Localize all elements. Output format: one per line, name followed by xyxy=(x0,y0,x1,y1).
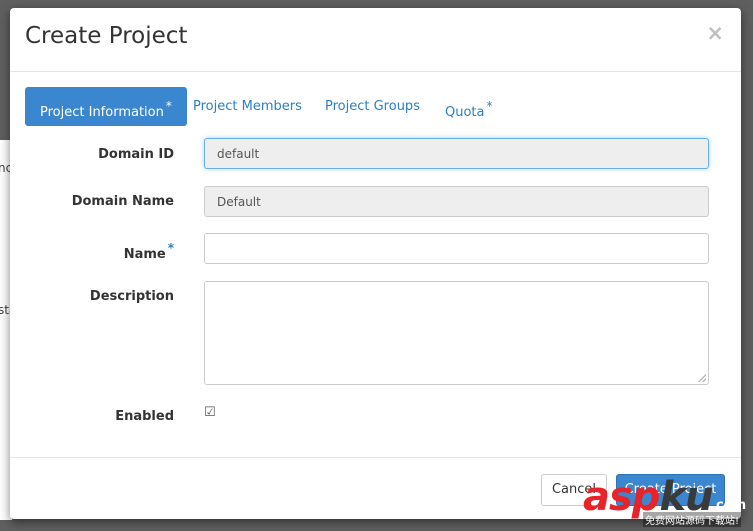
tab-project-members[interactable]: Project Members xyxy=(193,87,302,126)
close-icon[interactable]: × xyxy=(706,21,724,45)
required-indicator: * xyxy=(167,241,174,255)
cancel-button[interactable]: Cancel xyxy=(541,474,607,506)
create-project-dialog: Create Project × Project Information * Pr… xyxy=(10,8,741,519)
dialog-header: Create Project × xyxy=(10,8,741,72)
name-label-text: Name xyxy=(123,247,166,262)
tab-label: Quota xyxy=(445,105,485,120)
domain-id-label: Domain ID xyxy=(98,147,174,162)
tab-label: Project Information xyxy=(40,105,164,120)
enabled-checkbox[interactable]: ☑ xyxy=(204,405,216,420)
name-input[interactable] xyxy=(204,233,709,264)
tab-quota[interactable]: Quota * xyxy=(445,87,493,126)
name-label: Name * xyxy=(10,241,174,262)
dialog-footer: Cancel Create Project xyxy=(10,457,741,519)
dialog-title: Create Project xyxy=(25,23,188,49)
tab-label: Project Members xyxy=(193,99,302,114)
resize-grip-icon[interactable] xyxy=(698,374,706,382)
description-textarea[interactable] xyxy=(204,281,709,385)
create-project-button[interactable]: Create Project xyxy=(616,474,725,506)
domain-name-label: Domain Name xyxy=(71,194,174,209)
tab-project-groups[interactable]: Project Groups xyxy=(325,87,420,126)
required-indicator: * xyxy=(486,99,493,113)
tab-label: Project Groups xyxy=(325,99,420,114)
enabled-label: Enabled xyxy=(115,409,174,424)
description-label: Description xyxy=(89,289,174,304)
domain-id-field[interactable]: default xyxy=(204,138,709,169)
required-indicator: * xyxy=(165,99,172,113)
tab-project-information[interactable]: Project Information * xyxy=(25,87,187,126)
domain-name-field[interactable]: Default xyxy=(204,186,709,217)
